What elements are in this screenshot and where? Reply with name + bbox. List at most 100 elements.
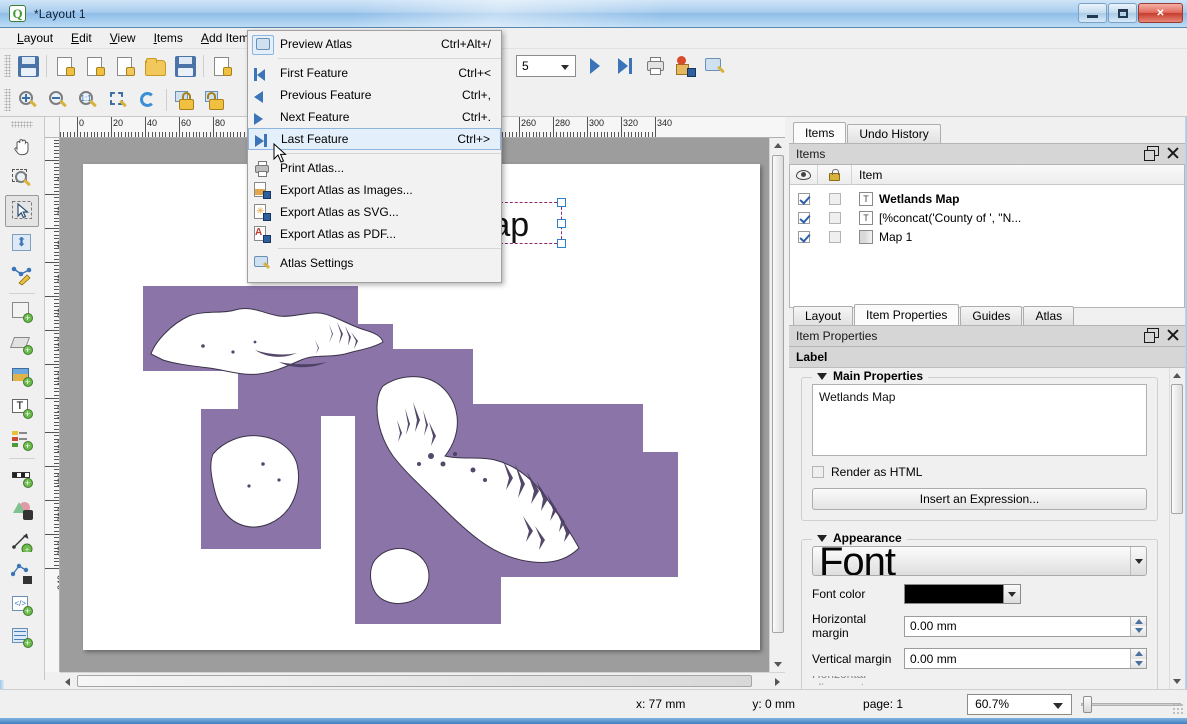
menu-item-previous-feature[interactable]: Previous Feature Ctrl+, [248,84,501,106]
zoom-to-width-button[interactable] [103,86,133,114]
scroll-down-arrow[interactable] [1173,679,1181,684]
refresh-button[interactable] [133,86,163,114]
toolbar-grip-2[interactable] [4,89,11,111]
vertical-margin-spinbox[interactable]: 0.00 mm [904,648,1147,669]
zoom-out-button[interactable] [43,86,73,114]
minimize-button[interactable] [1078,3,1107,23]
resize-handle-tr[interactable] [557,198,566,207]
label-text-input[interactable]: Wetlands Map [812,384,1147,456]
tab-undo-history[interactable]: Undo History [847,124,940,143]
tools-grip[interactable] [11,121,33,128]
edit-nodes-tool[interactable] [5,259,39,291]
scroll-up-arrow[interactable] [774,143,782,148]
add-picture-tool[interactable]: + [5,360,39,392]
toolbar-grip[interactable] [4,55,11,77]
selected-item-outline[interactable] [500,202,562,244]
step-down-button[interactable] [1130,659,1146,669]
font-color-dropdown[interactable] [1004,584,1021,604]
main-properties-title[interactable]: Main Properties [812,369,928,383]
duplicate-layout-button[interactable] [80,52,110,80]
select-move-item-tool[interactable] [5,195,39,227]
open-template-button[interactable] [140,52,170,80]
add-map-tool[interactable]: + [5,296,39,328]
canvas-vscroll-thumb[interactable] [772,155,784,633]
resize-handle-r[interactable] [557,219,566,228]
menu-view[interactable]: View [101,29,145,47]
lock-checkbox[interactable] [829,212,841,224]
export-atlas-image-button[interactable] [670,52,700,80]
zoom-level-combo[interactable]: 60.7% [967,694,1072,715]
menu-item-atlas-settings[interactable]: Atlas Settings [248,252,501,274]
lock-checkbox[interactable] [829,193,841,205]
atlas-last-feature-button[interactable] [610,52,640,80]
table-row[interactable]: [%concat('County of ', "N... [790,208,1184,227]
move-item-content-tool[interactable] [5,227,39,259]
canvas-vertical-scrollbar[interactable] [769,138,785,672]
canvas-horizontal-scrollbar[interactable] [60,672,785,689]
add-legend-tool[interactable]: + [5,424,39,456]
visibility-checkbox[interactable] [798,193,810,205]
items-list[interactable]: Item Wetlands Map [789,165,1185,308]
table-row[interactable]: Map 1 [790,227,1184,246]
atlas-settings-button[interactable] [700,52,730,80]
atlas-feature-combo[interactable]: 5 [516,55,576,77]
zoom-full-button[interactable]: 1:1 [73,86,103,114]
font-dropdown-button[interactable] [1130,547,1146,575]
properties-vertical-scrollbar[interactable] [1169,368,1184,689]
zoom-tool[interactable] [5,163,39,195]
tab-layout[interactable]: Layout [793,306,853,325]
collapse-triangle-icon[interactable] [817,535,827,542]
visibility-checkbox[interactable] [798,212,810,224]
tab-item-properties[interactable]: Item Properties [854,304,959,325]
menu-item-next-feature[interactable]: Next Feature Ctrl+. [248,106,501,128]
scroll-down-arrow[interactable] [774,662,782,667]
atlas-next-feature-button[interactable] [580,52,610,80]
collapse-triangle-icon[interactable] [817,373,827,380]
add-node-item-tool[interactable] [5,557,39,589]
render-as-html-checkbox[interactable] [812,466,824,478]
insert-expression-button[interactable]: Insert an Expression... [812,488,1147,510]
step-down-button[interactable] [1130,626,1146,636]
table-row[interactable]: Wetlands Map [790,189,1184,208]
close-icon[interactable] [1166,328,1179,341]
menu-item-export-atlas-pdf[interactable]: A Export Atlas as PDF... [248,223,501,245]
menu-item-export-atlas-images[interactable]: Export Atlas as Images... [248,179,501,201]
step-up-button[interactable] [1130,649,1146,659]
resize-grip[interactable] [1172,703,1184,715]
canvas-hscroll-thumb[interactable] [77,675,752,687]
horizontal-margin-spinbox[interactable]: 0.00 mm [904,616,1147,637]
maximize-button[interactable] [1108,3,1137,23]
menu-item-export-atlas-svg[interactable]: ✳ Export Atlas as SVG... [248,201,501,223]
scroll-right-arrow[interactable] [775,678,780,686]
lock-items-button[interactable] [170,86,200,114]
pan-layout-tool[interactable] [5,131,39,163]
unlock-items-button[interactable] [200,86,230,114]
add-scalebar-tool[interactable]: + [5,461,39,493]
scroll-up-arrow[interactable] [1173,373,1181,378]
lock-checkbox[interactable] [829,231,841,243]
new-layout-button[interactable] [50,52,80,80]
tab-atlas[interactable]: Atlas [1023,306,1074,325]
close-icon[interactable] [1166,146,1179,159]
tab-items[interactable]: Items [793,122,846,143]
zoom-slider[interactable] [1081,694,1181,715]
save-template-button[interactable] [170,52,200,80]
add-3d-map-tool[interactable]: + [5,328,39,360]
tab-guides[interactable]: Guides [960,306,1022,325]
font-button[interactable]: Font [812,546,1147,576]
properties-scroll-area[interactable]: Main Properties Wetlands Map Render as H… [789,368,1185,689]
resize-handle-br[interactable] [557,239,566,248]
undock-icon[interactable] [1144,146,1157,159]
scroll-left-arrow[interactable] [65,678,70,686]
menu-item-first-feature[interactable]: First Feature Ctrl+< [248,62,501,84]
menu-items[interactable]: Items [145,29,192,47]
add-label-tool[interactable]: T + [5,392,39,424]
add-shape-tool[interactable] [5,493,39,525]
horizontal-margin-stepper[interactable] [1130,617,1146,636]
menu-edit[interactable]: Edit [62,29,101,47]
add-attribute-table-tool[interactable]: + [5,621,39,653]
add-arrow-tool[interactable]: + [5,525,39,557]
new-from-template-button[interactable] [207,52,237,80]
add-html-tool[interactable]: </> + [5,589,39,621]
menu-layout[interactable]: Layout [8,29,62,47]
